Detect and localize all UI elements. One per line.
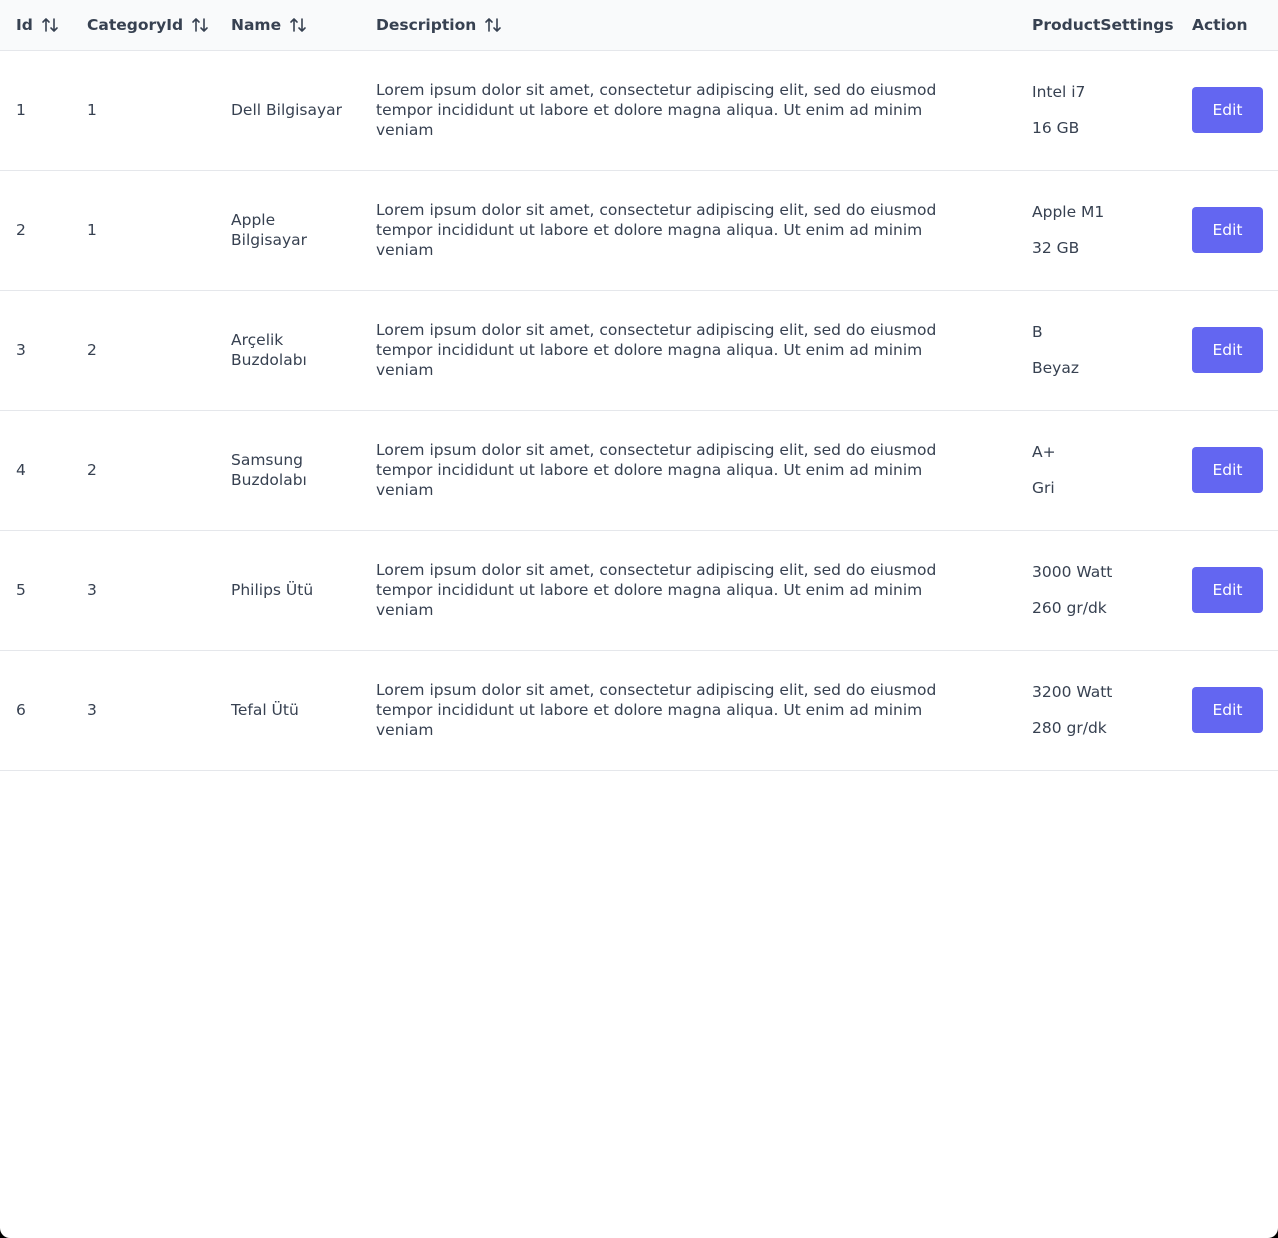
cell-category-id: 3 xyxy=(71,650,215,771)
sort-icon[interactable] xyxy=(41,16,59,34)
cell-id: 2 xyxy=(0,170,71,291)
product-setting-value: 32 GB xyxy=(1032,239,1080,257)
cell-name: Dell Bilgisayar xyxy=(215,50,360,171)
product-settings-list: Intel i7 16 GB xyxy=(1032,82,1176,138)
cell-name: Apple Bilgisayar xyxy=(215,170,360,291)
cell-product-settings: 3000 Watt 260 gr/dk xyxy=(1016,530,1176,651)
cell-description: Lorem ipsum dolor sit amet, consectetur … xyxy=(360,50,1016,171)
edit-button[interactable]: Edit xyxy=(1192,207,1263,253)
table-header: Id CategoryId Name Description ProductSe… xyxy=(0,0,1278,51)
product-setting-value: 16 GB xyxy=(1032,119,1080,137)
column-header-category-id[interactable]: CategoryId xyxy=(71,0,215,51)
cell-id: 1 xyxy=(0,50,71,171)
product-setting-value: 3000 Watt xyxy=(1032,563,1113,581)
product-settings-list: A+ Gri xyxy=(1032,442,1176,498)
product-settings-list: Apple M1 32 GB xyxy=(1032,202,1176,258)
cell-name: Philips Ütü xyxy=(215,530,360,651)
product-setting-value: B xyxy=(1032,323,1043,341)
cell-action: Edit xyxy=(1176,650,1278,771)
column-header-label: Action xyxy=(1192,15,1248,34)
column-header-product-settings: ProductSettings xyxy=(1016,0,1176,51)
cell-description: Lorem ipsum dolor sit amet, consectetur … xyxy=(360,410,1016,531)
product-setting-value: 3200 Watt xyxy=(1032,683,1113,701)
cell-category-id: 2 xyxy=(71,290,215,411)
product-settings-list: 3000 Watt 260 gr/dk xyxy=(1032,562,1176,618)
cell-product-settings: 3200 Watt 280 gr/dk xyxy=(1016,650,1176,771)
table-row: 6 3 Tefal Ütü Lorem ipsum dolor sit amet… xyxy=(0,650,1278,771)
sort-icon[interactable] xyxy=(191,16,209,34)
products-page: Id CategoryId Name Description ProductSe… xyxy=(0,0,1278,1238)
column-header-label: CategoryId xyxy=(87,15,184,34)
edit-button[interactable]: Edit xyxy=(1192,567,1263,613)
column-header-id[interactable]: Id xyxy=(0,0,71,51)
products-table: Id CategoryId Name Description ProductSe… xyxy=(0,0,1278,771)
table-row: 4 2 Samsung Buzdolabı Lorem ipsum dolor … xyxy=(0,410,1278,531)
cell-id: 4 xyxy=(0,410,71,531)
cell-name: Samsung Buzdolabı xyxy=(215,410,360,531)
cell-description: Lorem ipsum dolor sit amet, consectetur … xyxy=(360,530,1016,651)
table-body: 1 1 Dell Bilgisayar Lorem ipsum dolor si… xyxy=(0,50,1278,771)
sort-icon[interactable] xyxy=(484,16,502,34)
product-setting-value: Beyaz xyxy=(1032,359,1079,377)
header-row: Id CategoryId Name Description ProductSe… xyxy=(0,0,1278,51)
product-settings-list: 3200 Watt 280 gr/dk xyxy=(1032,682,1176,738)
cell-category-id: 2 xyxy=(71,410,215,531)
cell-description: Lorem ipsum dolor sit amet, consectetur … xyxy=(360,170,1016,291)
edit-button[interactable]: Edit xyxy=(1192,87,1263,133)
table-row: 2 1 Apple Bilgisayar Lorem ipsum dolor s… xyxy=(0,170,1278,291)
edit-button[interactable]: Edit xyxy=(1192,327,1263,373)
column-header-description[interactable]: Description xyxy=(360,0,1016,51)
column-header-label: ProductSettings xyxy=(1032,15,1174,34)
cell-action: Edit xyxy=(1176,530,1278,651)
cell-id: 5 xyxy=(0,530,71,651)
sort-icon[interactable] xyxy=(289,16,307,34)
product-settings-list: B Beyaz xyxy=(1032,322,1176,378)
cell-product-settings: Apple M1 32 GB xyxy=(1016,170,1176,291)
column-header-label: Name xyxy=(231,15,282,34)
cell-category-id: 3 xyxy=(71,530,215,651)
cell-id: 6 xyxy=(0,650,71,771)
cell-product-settings: A+ Gri xyxy=(1016,410,1176,531)
cell-product-settings: B Beyaz xyxy=(1016,290,1176,411)
edit-button[interactable]: Edit xyxy=(1192,687,1263,733)
cell-action: Edit xyxy=(1176,50,1278,171)
product-setting-value: 280 gr/dk xyxy=(1032,719,1107,737)
product-setting-value: Intel i7 xyxy=(1032,83,1086,101)
edit-button[interactable]: Edit xyxy=(1192,447,1263,493)
column-header-name[interactable]: Name xyxy=(215,0,360,51)
product-setting-value: Gri xyxy=(1032,479,1055,497)
cell-name: Tefal Ütü xyxy=(215,650,360,771)
cell-name: Arçelik Buzdolabı xyxy=(215,290,360,411)
cell-action: Edit xyxy=(1176,290,1278,411)
cell-product-settings: Intel i7 16 GB xyxy=(1016,50,1176,171)
cell-action: Edit xyxy=(1176,170,1278,291)
cell-description: Lorem ipsum dolor sit amet, consectetur … xyxy=(360,650,1016,771)
column-header-label: Id xyxy=(16,15,33,34)
cell-id: 3 xyxy=(0,290,71,411)
product-setting-value: 260 gr/dk xyxy=(1032,599,1107,617)
cell-action: Edit xyxy=(1176,410,1278,531)
table-row: 5 3 Philips Ütü Lorem ipsum dolor sit am… xyxy=(0,530,1278,651)
product-setting-value: Apple M1 xyxy=(1032,203,1105,221)
product-setting-value: A+ xyxy=(1032,443,1056,461)
table-row: 1 1 Dell Bilgisayar Lorem ipsum dolor si… xyxy=(0,50,1278,171)
table-row: 3 2 Arçelik Buzdolabı Lorem ipsum dolor … xyxy=(0,290,1278,411)
cell-category-id: 1 xyxy=(71,50,215,171)
cell-description: Lorem ipsum dolor sit amet, consectetur … xyxy=(360,290,1016,411)
column-header-label: Description xyxy=(376,15,477,34)
column-header-action: Action xyxy=(1176,0,1278,51)
cell-category-id: 1 xyxy=(71,170,215,291)
